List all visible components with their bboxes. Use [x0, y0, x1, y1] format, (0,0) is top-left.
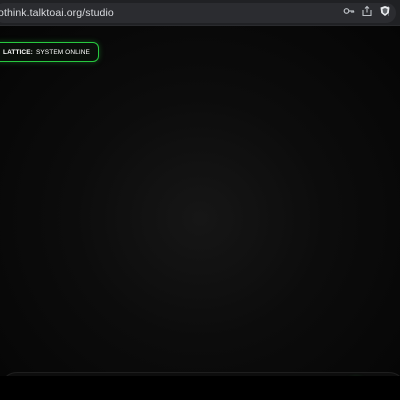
share-icon[interactable] — [361, 5, 373, 17]
bottom-edge — [0, 392, 400, 400]
status-label: LATTICE: — [3, 48, 33, 56]
studio-canvas: LATTICE: SYSTEM ONLINE — [0, 26, 400, 376]
key-icon[interactable] — [343, 5, 355, 17]
url-text[interactable]: othink.talktoai.org/studio — [0, 7, 114, 19]
chat-composer — [0, 372, 400, 376]
browser-toolbar: othink.talktoai.org/studio — [0, 0, 400, 26]
status-text: SYSTEM ONLINE — [35, 48, 90, 56]
brave-shield-icon[interactable] — [379, 5, 391, 17]
address-bar[interactable]: othink.talktoai.org/studio — [0, 3, 396, 23]
system-status-badge: LATTICE: SYSTEM ONLINE — [0, 42, 99, 62]
